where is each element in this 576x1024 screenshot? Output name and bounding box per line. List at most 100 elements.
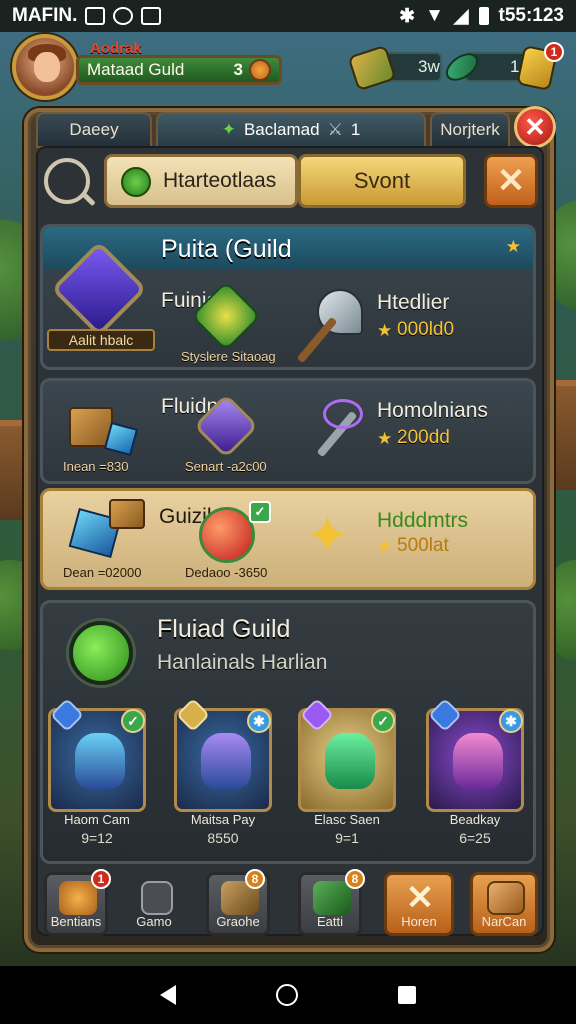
leaf-icon: ✦ — [221, 120, 236, 139]
item-label: Elasc Saen — [314, 812, 380, 827]
item-slot[interactable]: ✓ — [48, 698, 146, 812]
tab-label: Norjterk — [440, 120, 500, 139]
globe-icon — [121, 167, 151, 197]
axe-handle — [296, 316, 338, 364]
bentians-badge: 1 — [91, 869, 111, 889]
recent-apps-icon[interactable] — [398, 986, 416, 1004]
snowflake-icon: ✱ — [499, 709, 523, 733]
item-sub: Styslere Sitaoag — [181, 349, 276, 364]
check-icon: ✓ — [249, 501, 271, 523]
item-left-sub: Dean =02000 — [63, 565, 142, 580]
carrier-label: MAFIN. — [12, 5, 78, 26]
bottom-button-label: Eatti — [316, 914, 343, 929]
reward-value: 000ld0 — [397, 319, 455, 340]
filter-button[interactable]: Htarteotlaas — [104, 154, 298, 208]
favorite-star-icon[interactable]: ★ — [506, 237, 521, 257]
reward-name: Hdddmtrs — [377, 509, 469, 532]
reward-value: 200dd — [397, 427, 450, 448]
reward-value: 500lat — [397, 535, 449, 556]
check-icon: ✓ — [371, 709, 395, 733]
game-screen: MAFIN. ✱ ▼ ◢ t55:123 Aodrak Mataad Guld … — [0, 0, 576, 1024]
item-count: 6=25 — [459, 830, 491, 846]
resource-gold-value: 3w — [418, 57, 440, 76]
tab-baclamad[interactable]: ✦ Baclamad ⚔ 1 — [156, 112, 426, 148]
tab-label: Daeey — [69, 120, 119, 139]
reward-star-icon: ★ — [377, 321, 393, 340]
featured-title: Fluiad Guild — [157, 615, 291, 643]
back-icon[interactable] — [160, 985, 176, 1005]
bottom-button-label: NarCan — [481, 914, 527, 929]
item-slot[interactable]: ✓ — [298, 698, 396, 812]
bottom-button-label: Bentians — [50, 914, 102, 929]
guild-card[interactable]: Puita (Guild ★ Aalit hbalc Fuinio Stysle… — [40, 224, 536, 370]
guild-card[interactable]: Inean =830 Fluidn Senart -a2c00 Homolnia… — [40, 378, 536, 484]
check-icon: ✓ — [121, 709, 145, 733]
mask-icon — [75, 733, 125, 789]
player-name-bar[interactable]: Mataad Guld 3 — [76, 55, 282, 85]
snowflake-icon: ✱ — [247, 709, 271, 733]
avatar-face — [34, 52, 60, 82]
cancel-button[interactable]: ✕ — [484, 154, 538, 208]
emerald-icon — [325, 733, 375, 789]
resource-bar: 3w 1 1 — [347, 42, 564, 92]
card-icon — [141, 881, 173, 915]
gold-star-icon: ✦ — [305, 506, 351, 566]
tab-bar: Daeey ✦ Baclamad ⚔ 1 Norjterk — [30, 108, 510, 148]
map-icon — [487, 881, 525, 915]
item-label: Haom Cam — [64, 812, 130, 827]
item-slot[interactable]: ✱ — [174, 698, 272, 812]
player-level: 3 — [233, 60, 243, 79]
featured-subtitle: Hanlainals Harlian — [157, 651, 328, 674]
sync-icon — [113, 7, 134, 25]
tab-daeey[interactable]: Daeey — [36, 112, 152, 148]
filter-button-label: Htarteotlaas — [163, 169, 277, 192]
system-nav-bar — [0, 966, 576, 1024]
gold-bar-badge: 1 — [544, 42, 564, 62]
notification-icon — [85, 7, 106, 25]
reward-name: Htedlier — [377, 291, 450, 314]
magic-aura-icon — [323, 399, 363, 429]
bottom-button-label: Graohe — [216, 914, 260, 929]
reward-star-icon: ★ — [377, 537, 393, 556]
helmet-icon — [59, 881, 97, 915]
search-icon[interactable] — [44, 158, 90, 204]
swords-icon: ✕ — [405, 879, 435, 917]
graohe-badge: 8 — [245, 869, 265, 889]
player-name: Mataad Guld — [87, 60, 185, 79]
tab-label: Baclamad — [243, 120, 320, 139]
staff-icon — [201, 733, 251, 789]
crate-icon — [109, 499, 145, 529]
sword-icon: ⚔ — [327, 120, 343, 139]
bottom-button-label: Gamo — [136, 914, 172, 929]
guild-card-highlighted[interactable]: Dean =02000 Guizih ✓ Dedaoo -3650 ✦ Hddd… — [40, 488, 536, 590]
bottom-button-graohe[interactable]: 8 Graohe — [206, 869, 270, 936]
item-slot[interactable]: ✱ — [426, 698, 524, 812]
emblem-label: Aalit hbalc — [47, 329, 155, 351]
bottom-button-narcan[interactable]: NarCan — [470, 872, 538, 936]
reward-star-icon: ★ — [377, 429, 393, 448]
player-avatar[interactable] — [12, 34, 78, 100]
item-label: Beadkay — [449, 812, 501, 827]
bottom-button-eatti[interactable]: 8 Eatti — [298, 869, 365, 936]
item-label: Maitsa Pay — [190, 812, 256, 827]
status-bar: MAFIN. ✱ ▼ ◢ t55:123 — [0, 0, 576, 32]
close-button[interactable]: ✕ — [514, 106, 556, 148]
bottom-button-gamo[interactable]: Gamo — [122, 872, 186, 936]
tab-norjterk[interactable]: Norjterk — [430, 112, 510, 148]
home-icon[interactable] — [276, 984, 298, 1006]
guild-title: Puita (Guild — [161, 235, 292, 263]
item-count: 9=12 — [81, 830, 113, 846]
item-count: 8550 — [207, 830, 239, 846]
event-button[interactable]: Svont — [298, 154, 466, 208]
bluetooth-icon: ✱ — [399, 5, 416, 27]
event-button-label: Svont — [353, 168, 411, 193]
bottom-button-horen[interactable]: ✕ Horen — [384, 872, 454, 936]
item-left-sub: Inean =830 — [63, 459, 129, 474]
red-orb-icon — [199, 507, 255, 563]
battery-icon — [478, 7, 489, 25]
potion-icon — [313, 881, 351, 915]
signal-icon: ◢ — [453, 5, 469, 27]
bottom-button-bentians[interactable]: 1 Bentians — [44, 869, 111, 936]
guild-orb-icon — [69, 621, 133, 685]
scythe-icon — [453, 733, 503, 789]
